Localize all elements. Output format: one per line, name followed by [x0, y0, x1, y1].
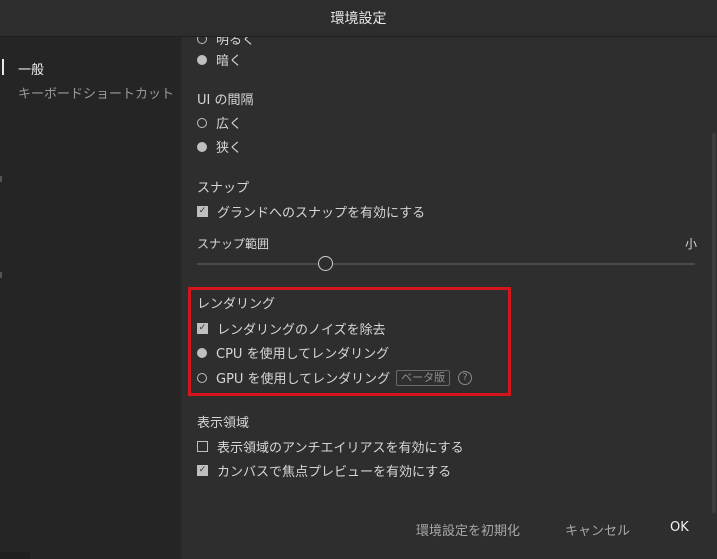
sidebar: 一般 キーボードショートカット: [0, 37, 181, 559]
radio-label: 広く: [216, 117, 243, 132]
sidebar-active-indicator: [2, 59, 4, 75]
section-heading-snap: スナップ: [197, 181, 250, 196]
radio-selected-icon: [197, 141, 207, 152]
ok-button[interactable]: OK: [670, 520, 689, 535]
edge-mark: [0, 176, 2, 182]
window-title: 環境設定: [330, 11, 387, 27]
radio-label: 明るく: [216, 37, 256, 48]
checkbox-antialias[interactable]: 表示領域のアンチエイリアスを有効にする: [197, 437, 464, 456]
checkbox-label: カンバスで焦点プレビューを有効にする: [217, 465, 452, 480]
radio-theme-dark[interactable]: 暗く: [197, 50, 242, 69]
snap-range-label: スナップ範囲: [197, 237, 270, 251]
snap-range-max-label: 小: [684, 237, 697, 251]
section-heading-display-area: 表示領域: [197, 416, 250, 431]
rendering-highlight-box: [188, 287, 511, 396]
radio-label: 狭く: [216, 141, 243, 156]
snap-range-slider-track[interactable]: [197, 263, 695, 265]
radio-theme-light[interactable]: 明るく: [197, 37, 255, 48]
window-titlebar: 環境設定: [0, 0, 717, 37]
checkbox-label: グランドへのスナップを有効にする: [217, 206, 426, 221]
radio-icon: [197, 117, 207, 128]
section-heading-ui-spacing: UI の間隔: [197, 93, 254, 108]
edge-mark: [0, 272, 2, 278]
sidebar-item-keyboard-shortcuts[interactable]: キーボードショートカット: [18, 83, 174, 102]
check-icon: ✓: [197, 206, 208, 217]
radio-label: 暗く: [216, 54, 243, 69]
bottom-strip: [0, 552, 30, 559]
sidebar-item-general[interactable]: 一般: [18, 59, 44, 78]
reset-preferences-button[interactable]: 環境設定を初期化: [416, 520, 520, 539]
checkbox-unchecked-icon: [197, 441, 208, 452]
scrollbar[interactable]: [711, 37, 717, 517]
radio-selected-icon: [197, 54, 207, 65]
checkbox-label: 表示領域のアンチエイリアスを有効にする: [217, 441, 464, 456]
checkbox-grid-snap[interactable]: ✓ グランドへのスナップを有効にする: [197, 202, 425, 221]
checkbox-focus-preview[interactable]: ✓ カンバスで焦点プレビューを有効にする: [197, 461, 451, 480]
radio-icon: [197, 37, 207, 44]
check-icon: ✓: [197, 465, 208, 476]
radio-spacing-wide[interactable]: 広く: [197, 113, 242, 132]
radio-spacing-narrow[interactable]: 狭く: [197, 137, 242, 156]
cancel-button[interactable]: キャンセル: [565, 520, 630, 539]
scrollbar-thumb[interactable]: [712, 133, 716, 513]
snap-range-slider-thumb[interactable]: [318, 256, 333, 271]
